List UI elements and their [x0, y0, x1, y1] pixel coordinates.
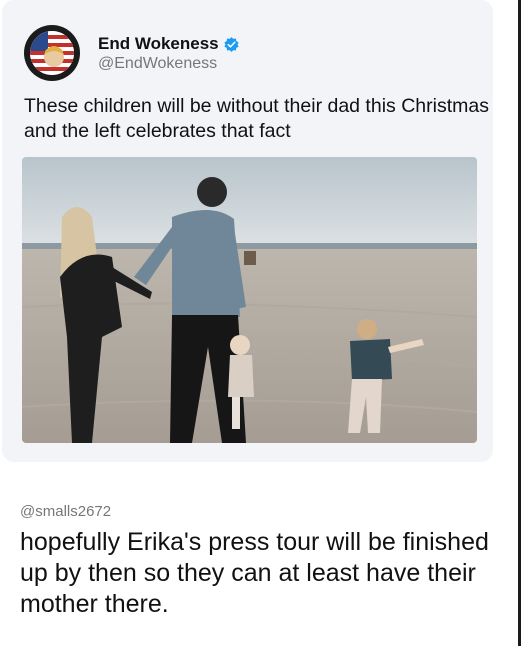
beach-family-photo — [22, 157, 477, 443]
verified-badge-icon — [224, 36, 239, 52]
avatar[interactable] — [24, 25, 80, 81]
flag-seal-avatar-icon — [30, 31, 74, 75]
display-name[interactable]: End Wokeness — [98, 34, 219, 54]
reply-handle[interactable]: @smalls2672 — [20, 503, 111, 520]
tweet-text: These children will be without their dad… — [24, 95, 489, 142]
name-row: End Wokeness — [98, 34, 240, 54]
tweet-card[interactable]: End Wokeness @EndWokeness These children… — [2, 0, 493, 462]
tweet-photo[interactable] — [22, 157, 477, 443]
reply-text: hopefully Erika's press tour will be fin… — [20, 528, 489, 618]
user-handle[interactable]: @EndWokeness — [98, 55, 217, 73]
